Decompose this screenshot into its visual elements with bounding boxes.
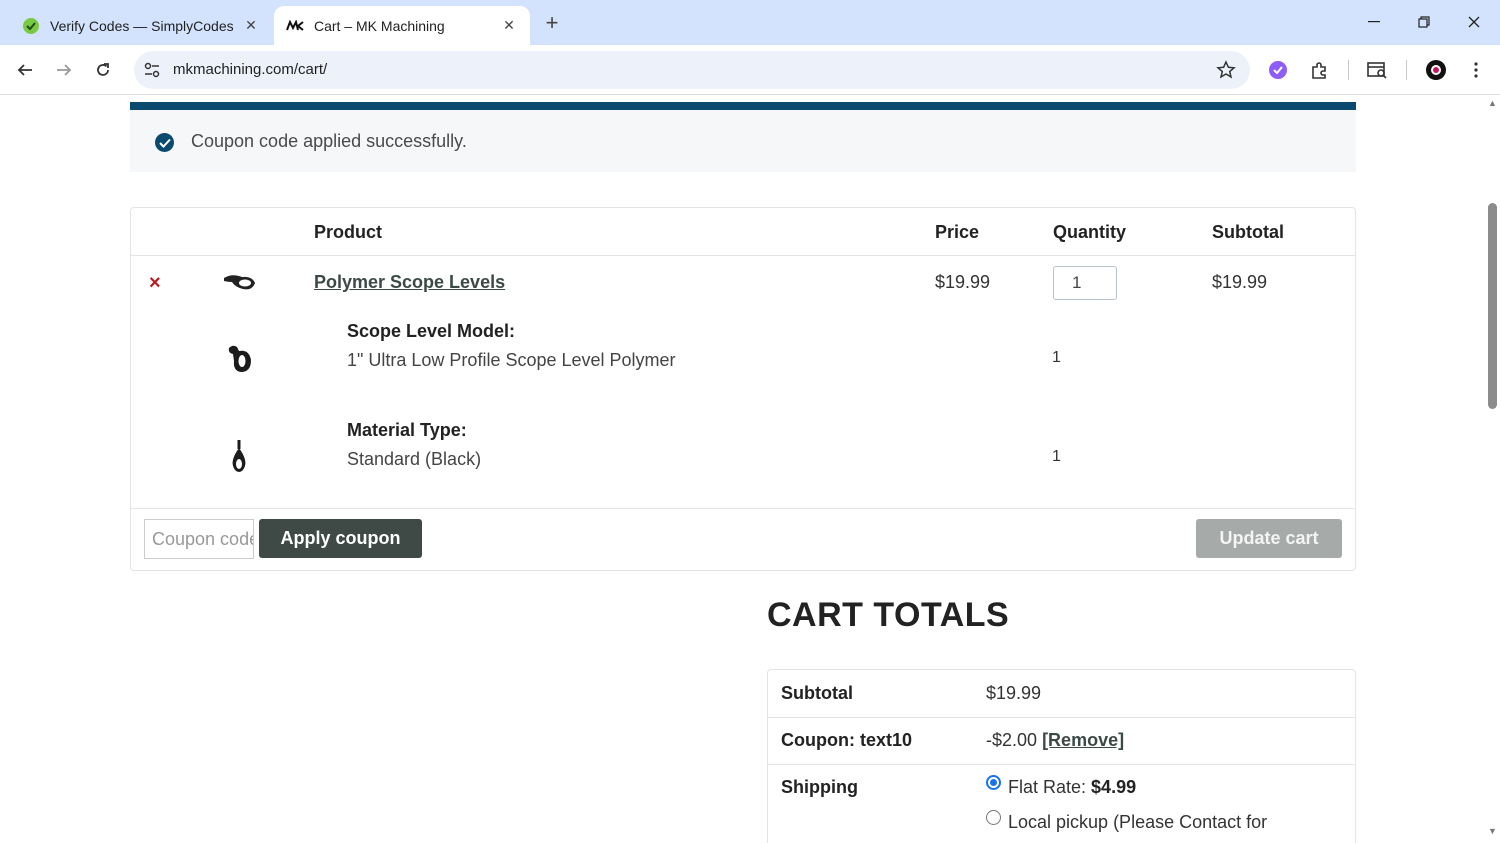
tab-title: Cart – MK Machining [314,17,445,34]
scroll-down-arrow-icon[interactable]: ▼ [1488,826,1497,836]
url-text: mkmachining.com/cart/ [173,61,328,78]
mk-favicon-icon [286,17,304,35]
tab-title: Verify Codes — SimplyCodes [50,17,234,34]
remove-coupon-link[interactable]: [Remove] [1042,730,1124,750]
option-thumbnail-material [227,439,251,473]
cart-totals-table: Subtotal $19.99 Coupon: text10 -$2.00 [R… [767,669,1356,843]
tab-cart[interactable]: Cart – MK Machining ✕ [274,6,530,45]
tab-strip: Verify Codes — SimplyCodes ✕ Cart – MK M… [0,0,1500,45]
option-thumbnail-scope-level [221,342,257,376]
tab-close-icon[interactable]: ✕ [500,17,518,35]
column-header-subtotal: Subtotal [1212,222,1284,242]
coupon-label: Coupon: text10 [781,730,913,750]
item-subtotal: $19.99 [1212,272,1268,292]
flat-rate-option[interactable]: Flat Rate: $4.99 [1008,777,1136,798]
tab-verify-codes[interactable]: Verify Codes — SimplyCodes ✕ [10,6,272,45]
option-value-scope-level-model: 1" Ultra Low Profile Scope Level Polymer [347,350,676,370]
scroll-up-arrow-icon[interactable]: ▲ [1488,98,1497,108]
address-bar[interactable]: mkmachining.com/cart/ [134,51,1250,89]
row-divider [768,717,1355,718]
flat-rate-label: Flat Rate: [1008,777,1087,797]
local-pickup-option[interactable]: Local pickup (Please Contact for [1008,812,1267,833]
notice-message: Coupon code applied successfully. [191,131,467,151]
option-value-material-type: Standard (Black) [347,449,482,469]
remove-item-button[interactable]: × [149,272,161,295]
subtotal-value: $19.99 [986,683,1042,703]
shipping-label: Shipping [781,777,858,797]
extension-simplycodes-icon[interactable] [1266,58,1290,82]
check-circle-icon [155,133,174,152]
close-window-icon[interactable] [1454,8,1494,36]
back-icon[interactable] [12,57,38,83]
item-price: $19.99 [935,272,991,292]
scrollbar-thumb[interactable] [1488,203,1497,409]
profile-avatar-icon[interactable] [1424,58,1448,82]
option-qty: 1 [1052,448,1061,465]
product-thumbnail[interactable] [221,270,259,296]
site-settings-icon[interactable] [142,60,162,80]
flat-rate-price: $4.99 [1091,777,1137,797]
page-viewport: Coupon code applied successfully. Produc… [0,96,1485,843]
coupon-discount: -$2.00 [Remove] [986,730,1124,751]
update-cart-button[interactable]: Update cart [1196,519,1342,558]
extensions-puzzle-icon[interactable] [1307,58,1331,82]
cart-totals-heading: CART TOTALS [767,596,1010,634]
forward-icon[interactable] [51,57,77,83]
toolbar-divider [1348,60,1349,80]
toolbar-divider [1406,60,1407,80]
column-header-price: Price [935,222,980,242]
restore-icon[interactable] [1404,8,1444,36]
row-divider [131,255,1355,256]
column-header-product: Product [314,222,383,242]
cart-table: Product Price Quantity Subtotal × Polyme… [130,207,1356,571]
flat-rate-radio[interactable] [986,775,1001,790]
tab-close-icon[interactable]: ✕ [242,17,260,35]
product-name-link[interactable]: Polymer Scope Levels [314,272,505,293]
subtotal-label: Subtotal [781,683,853,703]
minimize-icon[interactable] [1354,8,1394,36]
simplycodes-favicon-icon [22,17,40,35]
browser-menu-icon[interactable] [1464,58,1488,82]
quantity-input[interactable]: 1 [1053,266,1117,300]
bookmark-star-icon[interactable] [1216,60,1236,80]
page-scrollbar[interactable]: ▲ ▼ [1485,96,1500,843]
local-pickup-radio[interactable] [986,810,1001,825]
option-label-material-type: Material Type: [347,420,467,440]
coupon-code-input[interactable]: Coupon code [144,519,254,559]
reload-icon[interactable] [90,57,116,83]
new-tab-icon[interactable]: + [540,10,564,35]
tab-search-icon[interactable] [1365,58,1389,82]
apply-coupon-button[interactable]: Apply coupon [259,519,422,558]
row-divider [131,508,1355,509]
coupon-success-notice: Coupon code applied successfully. [130,102,1356,172]
column-header-quantity: Quantity [1053,222,1127,242]
browser-toolbar: mkmachining.com/cart/ [0,45,1500,95]
coupon-discount-value: -$2.00 [986,730,1038,750]
option-qty: 1 [1052,349,1061,366]
row-divider [768,764,1355,765]
option-label-scope-level-model: Scope Level Model: [347,321,516,341]
